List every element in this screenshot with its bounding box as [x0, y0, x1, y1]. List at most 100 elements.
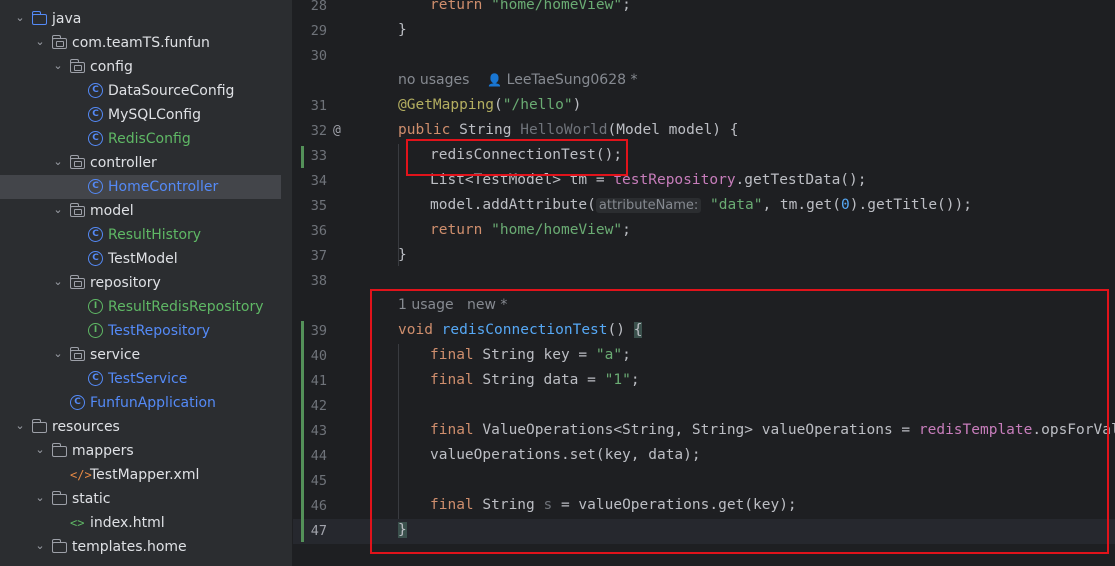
folder-icon	[51, 491, 68, 507]
tree-item-label: com.teamTS.funfun	[72, 35, 210, 51]
source-folder-icon	[31, 11, 48, 27]
code-line-32: public String HelloWorld(Model model) {	[398, 122, 739, 138]
tree-item[interactable]: ⌄ mappers	[0, 439, 292, 463]
chevron-down-icon[interactable]: ⌄	[52, 155, 64, 169]
tree-item-label: static	[72, 491, 111, 507]
tree-item-label: controller	[90, 155, 157, 171]
line-number: 42	[310, 398, 327, 414]
html-file-icon: <>	[70, 516, 85, 530]
tree-item[interactable]: ⌄ resources	[0, 415, 292, 439]
tree-item[interactable]: ⌄ service	[0, 343, 292, 367]
line-number: 44	[310, 448, 327, 464]
class-icon: C	[70, 395, 86, 411]
line-number: 38	[310, 273, 327, 289]
tree-item-label: TestService	[108, 371, 188, 387]
tree-item-label: TestModel	[108, 251, 178, 267]
tree-item[interactable]: C ResultHistory	[0, 223, 292, 247]
line-number: 35	[310, 198, 327, 214]
author-icon: 👤	[487, 73, 503, 87]
chevron-down-icon[interactable]: ⌄	[14, 419, 26, 433]
tree-item-label: repository	[90, 275, 161, 291]
tree-item[interactable]: ⌄ java	[0, 7, 292, 31]
tree-item-label: config	[90, 59, 133, 75]
line-number: 40	[310, 348, 327, 364]
chevron-down-icon[interactable]: ⌄	[34, 35, 46, 49]
tree-item-label: resources	[52, 419, 120, 435]
package-icon	[69, 155, 86, 171]
chevron-down-icon[interactable]: ⌄	[34, 443, 46, 457]
package-icon	[69, 275, 86, 291]
tree-item[interactable]: <> index.html	[0, 511, 292, 535]
tree-item[interactable]: ⌄ com.teamTS.funfun	[0, 31, 292, 55]
code-line-35: model.addAttribute(attributeName: "data"…	[430, 197, 972, 213]
line-number: 33	[310, 148, 327, 164]
tree-item[interactable]: ⌄ templates.home	[0, 535, 292, 559]
code-line-37: }	[398, 247, 407, 263]
chevron-down-icon[interactable]: ⌄	[52, 59, 64, 73]
tree-item-label: HomeController	[108, 179, 219, 195]
folder-icon	[51, 539, 68, 555]
package-icon	[69, 203, 86, 219]
tree-item[interactable]: </> TestMapper.xml	[0, 463, 292, 487]
tree-item[interactable]: C TestModel	[0, 247, 292, 271]
tree-item[interactable]: C DataSourceConfig	[0, 79, 292, 103]
line-number: 36	[310, 223, 327, 239]
chevron-down-icon[interactable]: ⌄	[52, 347, 64, 361]
parameter-hint: attributeName:	[595, 198, 702, 213]
line-number: 45	[310, 473, 327, 489]
code-line-36: return "home/homeView";	[430, 222, 631, 238]
mapping-gutter-icon[interactable]: @	[333, 123, 341, 138]
tree-item-label: mappers	[72, 443, 134, 459]
line-number: 34	[310, 173, 327, 189]
tree-item[interactable]: ⌄ config	[0, 55, 292, 79]
xml-file-icon: </>	[70, 468, 92, 482]
class-icon: C	[88, 227, 104, 243]
line-number: 47	[310, 523, 327, 539]
chevron-down-icon[interactable]: ⌄	[52, 275, 64, 289]
line-number: 28	[310, 0, 327, 14]
tree-item-label: templates.home	[72, 539, 187, 555]
line-number: 43	[310, 423, 327, 439]
code-line-28: return "home/homeView";	[430, 0, 631, 13]
resources-folder-icon	[31, 419, 48, 435]
tree-item[interactable]: C FunfunApplication	[0, 391, 292, 415]
tree-item[interactable]: ⌄ model	[0, 199, 292, 223]
tree-item[interactable]: ⌄ repository	[0, 271, 292, 295]
line-number: 39	[310, 323, 327, 339]
tree-item-label: model	[90, 203, 134, 219]
chevron-down-icon[interactable]: ⌄	[14, 11, 26, 25]
interface-icon: I	[88, 323, 104, 339]
usage-hint[interactable]: no usages 👤 LeeTaeSung0628 *	[398, 72, 637, 88]
chevron-down-icon[interactable]: ⌄	[52, 203, 64, 217]
tree-item-label: TestRepository	[108, 323, 211, 339]
code-line-29: }	[398, 22, 407, 38]
tree-item[interactable]: I ResultRedisRepository	[0, 295, 292, 319]
tree-item-label: MySQLConfig	[108, 107, 201, 123]
class-icon: C	[88, 179, 104, 195]
tree-item-label: RedisConfig	[108, 131, 191, 147]
tree-item[interactable]: C HomeController	[0, 175, 281, 199]
line-number: 37	[310, 248, 327, 264]
line-number: 30	[310, 48, 327, 64]
folder-icon	[51, 443, 68, 459]
tree-item-label: DataSourceConfig	[108, 83, 235, 99]
tree-item[interactable]: ⌄ static	[0, 487, 292, 511]
tree-item[interactable]: C MySQLConfig	[0, 103, 292, 127]
tree-item-label: java	[52, 11, 82, 27]
tree-item[interactable]: I TestRepository	[0, 319, 292, 343]
tree-item[interactable]: C TestService	[0, 367, 292, 391]
class-icon: C	[88, 107, 104, 123]
interface-icon: I	[88, 299, 104, 315]
annotation-box-call	[406, 139, 628, 176]
line-number: 41	[310, 373, 327, 389]
class-icon: C	[88, 83, 104, 99]
tree-item[interactable]: C RedisConfig	[0, 127, 292, 151]
class-icon: C	[88, 131, 104, 147]
package-icon	[69, 59, 86, 75]
tree-item-label: TestMapper.xml	[90, 467, 200, 483]
tree-item[interactable]: ⌄ controller	[0, 151, 292, 175]
package-icon	[69, 347, 86, 363]
chevron-down-icon[interactable]: ⌄	[34, 539, 46, 553]
chevron-down-icon[interactable]: ⌄	[34, 491, 46, 505]
class-icon: C	[88, 371, 104, 387]
